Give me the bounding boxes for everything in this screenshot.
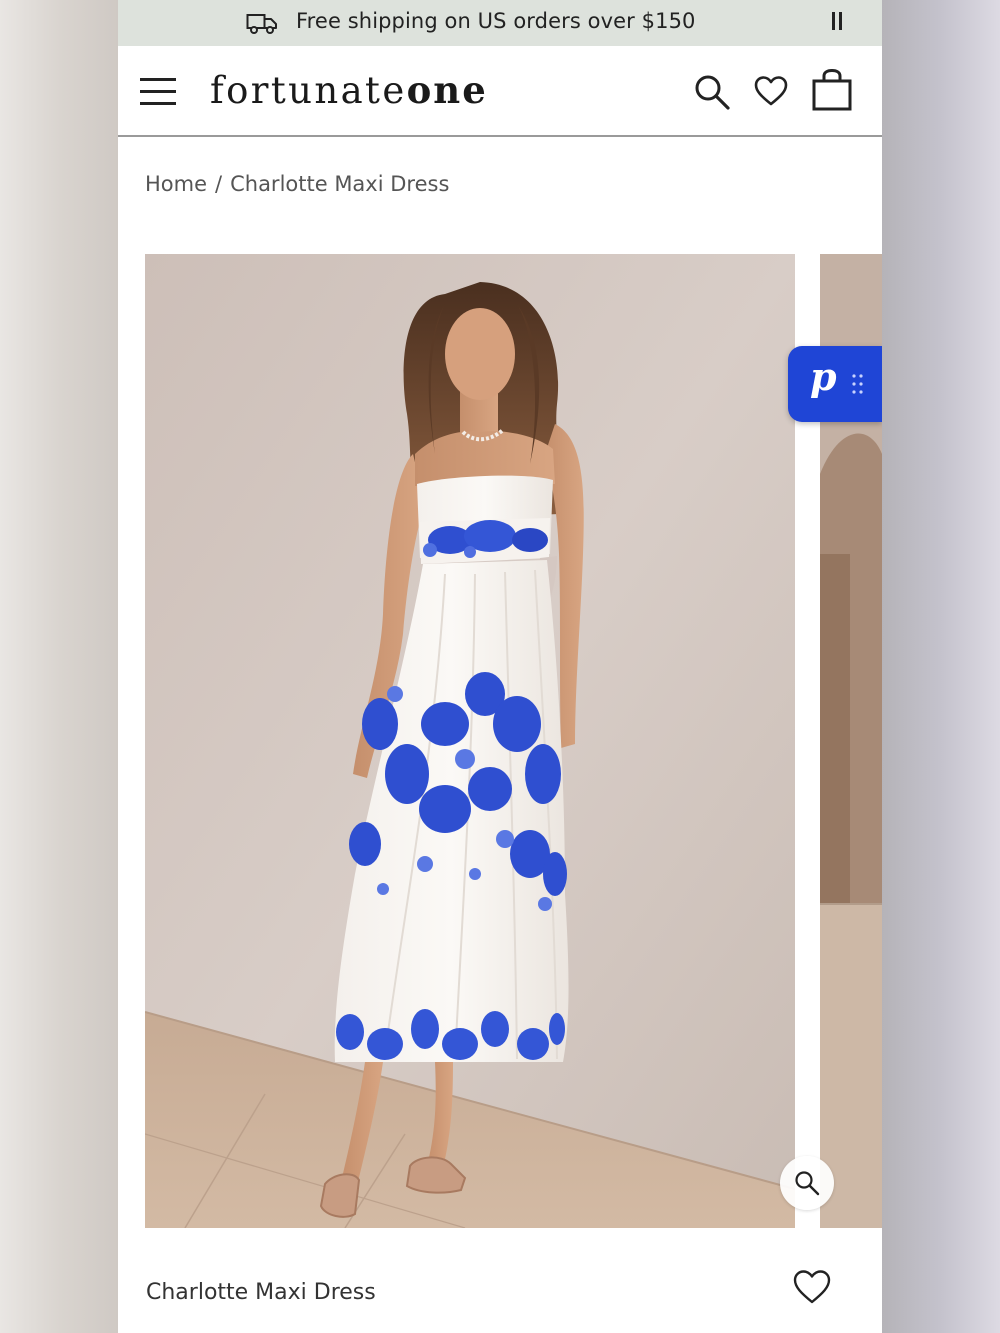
- announcement-bar: Free shipping on US orders over $150: [118, 0, 882, 46]
- logo-regular: fortunate: [210, 69, 407, 112]
- truck-icon: [246, 14, 277, 34]
- heart-icon[interactable]: [792, 1268, 832, 1306]
- product-photo: [145, 254, 795, 1228]
- zoom-icon: [795, 1171, 820, 1196]
- drag-handle-icon[interactable]: [852, 373, 864, 395]
- breadcrumb-current: Charlotte Maxi Dress: [230, 172, 450, 196]
- zoom-button[interactable]: [780, 1156, 834, 1210]
- mobile-page: Free shipping on US orders over $150 for…: [118, 0, 882, 1333]
- p-widget-button[interactable]: p: [788, 346, 882, 422]
- breadcrumb-home[interactable]: Home: [145, 172, 207, 196]
- site-header: fortunateone: [118, 46, 882, 137]
- breadcrumb-separator: /: [215, 172, 223, 196]
- shopping-bag-icon[interactable]: [810, 68, 854, 112]
- search-icon[interactable]: [692, 72, 732, 112]
- site-logo[interactable]: fortunateone: [210, 68, 488, 112]
- hamburger-menu-icon[interactable]: [140, 76, 176, 106]
- announcement-text: Free shipping on US orders over $150: [296, 9, 696, 33]
- product-title: Charlotte Maxi Dress: [146, 1280, 376, 1305]
- product-image-main[interactable]: [145, 254, 795, 1228]
- logo-bold: one: [406, 68, 488, 112]
- heart-icon[interactable]: [753, 74, 789, 108]
- p-widget-letter: p: [810, 354, 837, 399]
- breadcrumb: Home / Charlotte Maxi Dress: [145, 172, 449, 196]
- pause-icon[interactable]: [832, 12, 846, 32]
